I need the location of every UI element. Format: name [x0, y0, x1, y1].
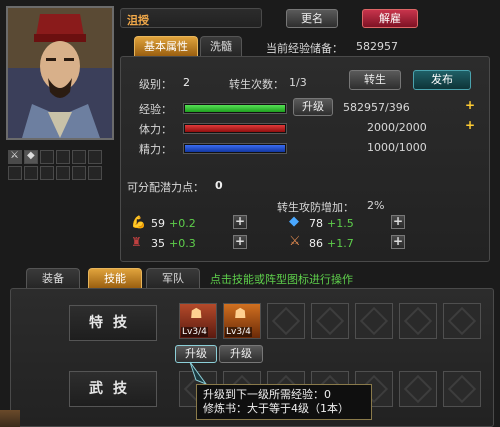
equip-slot[interactable]: [56, 166, 70, 180]
equip-slot[interactable]: [8, 166, 22, 180]
skill-level: Lv3/4: [181, 327, 208, 337]
level-label: 级别：: [139, 78, 172, 91]
attribute-bonus: +0.3: [169, 237, 196, 250]
skill-slot-empty[interactable]: [443, 303, 481, 339]
skill-slot-empty[interactable]: [355, 303, 393, 339]
stamina-bar: [183, 123, 287, 134]
strength-icon: 💪: [131, 215, 146, 229]
rebirth-button[interactable]: 转生: [349, 70, 401, 90]
rebirth-count-value: 1/3: [289, 76, 307, 89]
potential-value: 0: [215, 179, 223, 192]
exp-upgrade-button[interactable]: 升级: [293, 98, 333, 116]
attribute-value: 59: [151, 217, 165, 230]
equip-slot[interactable]: [56, 150, 70, 164]
rebirth-count-label: 转生次数：: [229, 78, 284, 91]
dismiss-button[interactable]: 解雇: [362, 9, 418, 28]
stamina-label: 体力：: [139, 123, 172, 136]
exp-value: 582957/396: [343, 101, 410, 114]
equip-slot-weapon[interactable]: ⚔: [8, 150, 22, 164]
tooltip: 升级到下一级所需经验：0 修炼书：大于等于4级（1本）: [196, 384, 372, 420]
exp-storage-value: 582957: [356, 40, 398, 53]
tab-marrow-wash[interactable]: 洗髓: [200, 36, 242, 56]
skill-slot-empty[interactable]: [399, 303, 437, 339]
attribute-value: 78: [309, 217, 323, 230]
exp-bar-fill: [185, 105, 285, 112]
potential-label: 可分配潜力点：: [127, 181, 204, 194]
equipment-slots: ⚔ ◆: [6, 148, 116, 184]
name-plate: 沮授: [120, 8, 262, 28]
equip-slot[interactable]: [40, 150, 54, 164]
tab-equipment[interactable]: 装备: [26, 268, 80, 288]
general-icon: ♜: [131, 235, 142, 249]
attribute-bonus: +1.5: [327, 217, 354, 230]
crossed-swords-icon: ⚔: [10, 150, 19, 161]
skill-portrait-icon: ☗: [234, 306, 247, 322]
tooltip-line-exp: 升级到下一级所需经验：0: [203, 388, 331, 401]
energy-bar: [183, 143, 287, 154]
attribute-add-button[interactable]: +: [233, 215, 247, 229]
equip-slot[interactable]: [88, 166, 102, 180]
general-portrait: [8, 8, 112, 138]
publish-button[interactable]: 发布: [413, 70, 471, 90]
attribute-value: 35: [151, 237, 165, 250]
general-name: 沮授: [127, 14, 149, 27]
skill-slot-empty[interactable]: [267, 303, 305, 339]
equip-slot[interactable]: [40, 166, 54, 180]
attribute-add-button[interactable]: +: [233, 235, 247, 249]
skill-slot[interactable]: ☗ Lv3/4: [179, 303, 217, 339]
rebirth-bonus-value: 2%: [367, 199, 385, 212]
tab-skills[interactable]: 技能: [88, 268, 142, 288]
side-portrait-strip: [0, 410, 20, 427]
attribute-value: 86: [309, 237, 323, 250]
armor-icon: ◆: [27, 150, 35, 161]
rename-button[interactable]: 更名: [286, 9, 338, 28]
exp-storage-label: 当前经验储备：: [266, 42, 343, 55]
exp-label: 经验：: [139, 103, 172, 116]
equip-slot[interactable]: [72, 150, 86, 164]
skill-section-title: 武技: [69, 371, 157, 407]
skill-slot-empty[interactable]: [443, 371, 481, 407]
attribute-bonus: +0.2: [169, 217, 196, 230]
equip-slot[interactable]: [24, 166, 38, 180]
tab-basic-attributes[interactable]: 基本属性: [134, 36, 198, 56]
exp-plus-icon[interactable]: +: [465, 98, 475, 112]
tab-army[interactable]: 军队: [146, 268, 200, 288]
skill-slot-empty[interactable]: [399, 371, 437, 407]
skill-slot-empty[interactable]: [311, 303, 349, 339]
rebirth-bonus-label: 转生攻防增加：: [277, 201, 354, 214]
energy-label: 精力：: [139, 143, 172, 156]
attribute-bonus: +1.7: [327, 237, 354, 250]
gem-icon: ◆: [289, 214, 299, 229]
equip-slot[interactable]: [72, 166, 86, 180]
stamina-bar-fill: [185, 125, 285, 132]
portrait-frame: [6, 6, 114, 140]
stamina-value: 2000/2000: [367, 121, 427, 134]
tooltip-line-book: 修炼书：大于等于4级（1本）: [203, 402, 349, 415]
attribute-add-button[interactable]: +: [391, 235, 405, 249]
tooltip-pointer-icon: [189, 361, 208, 386]
skill-portrait-icon: ☗: [190, 306, 203, 322]
skill-upgrade-button[interactable]: 升级: [219, 345, 263, 363]
energy-bar-fill: [185, 145, 285, 152]
hint-text: 点击技能或阵型图标进行操作: [210, 273, 353, 286]
exp-bar: [183, 103, 287, 114]
skill-level: Lv3/4: [225, 327, 252, 337]
skill-section-title: 特技: [69, 305, 157, 341]
sword-icon: ⚔: [289, 234, 301, 249]
level-value: 2: [183, 76, 190, 89]
skill-slot[interactable]: ☗ Lv3/4: [223, 303, 261, 339]
equip-slot[interactable]: [88, 150, 102, 164]
stats-panel: 级别： 2 转生次数： 1/3 转生 发布 经验： 升级 582957/396 …: [120, 56, 490, 262]
equip-slot-armor[interactable]: ◆: [24, 150, 38, 164]
stamina-plus-icon[interactable]: +: [465, 118, 475, 132]
attribute-add-button[interactable]: +: [391, 215, 405, 229]
energy-value: 1000/1000: [367, 141, 427, 154]
